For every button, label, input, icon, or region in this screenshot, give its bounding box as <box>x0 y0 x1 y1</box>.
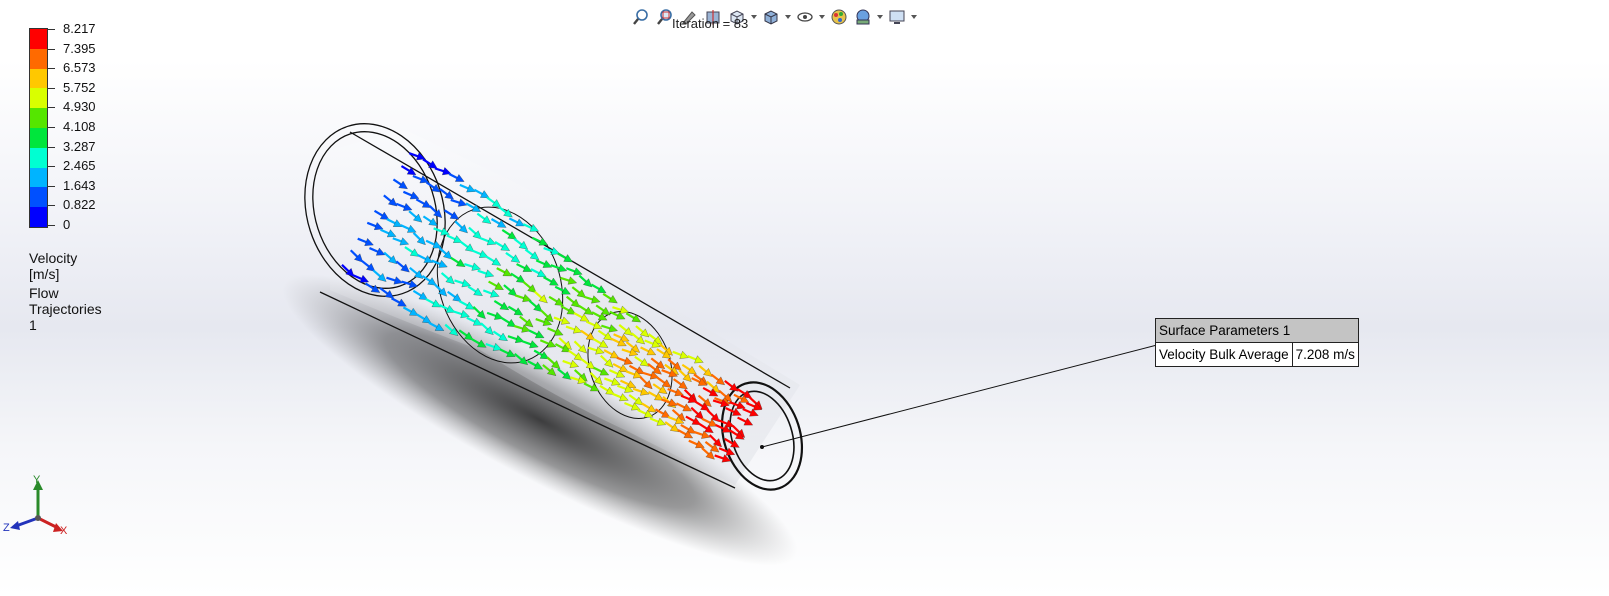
legend-color-band <box>30 128 47 149</box>
apply-scene-icon[interactable] <box>852 6 874 28</box>
triad-x-label: X <box>60 525 68 537</box>
legend-tick <box>48 185 55 187</box>
graphics-viewport[interactable]: Iteration = 83 8.217 7.395 6.573 5.752 4.930… <box>0 0 1609 596</box>
legend-tick-label: 6.573 <box>63 60 96 76</box>
legend-tick-label: 7.395 <box>63 40 96 56</box>
legend-color-band <box>30 147 47 169</box>
legend-tick-label: 3.287 <box>63 138 96 154</box>
legend-tick-label: 4.930 <box>63 99 96 115</box>
legend-tick <box>48 87 55 89</box>
legend-tick <box>48 225 55 226</box>
reference-triad: Y X Z <box>0 474 80 550</box>
legend-tick <box>48 127 55 128</box>
legend-tick <box>48 107 55 109</box>
legend-tick <box>48 29 55 30</box>
callout-title: Surface Parameters 1 <box>1155 318 1359 343</box>
triad-y-label: Y <box>33 474 41 486</box>
callout-leader <box>760 344 1158 449</box>
display-style-icon[interactable] <box>760 6 782 28</box>
hide-show-items-icon[interactable] <box>794 6 816 28</box>
legend-tick-label: 5.752 <box>63 79 96 95</box>
legend-color-band <box>30 187 47 208</box>
flow-trajectories-label: Flow Trajectories 1 <box>29 285 102 333</box>
view-settings-icon[interactable] <box>886 6 908 28</box>
legend-tick <box>48 68 55 70</box>
legend-tick <box>48 48 55 50</box>
zoom-to-fit-icon[interactable] <box>630 6 652 28</box>
legend-tick-label: 2.465 <box>63 158 96 174</box>
legend-color-band <box>30 167 47 188</box>
legend-color-band <box>30 88 47 109</box>
view-settings-dropdown[interactable] <box>910 6 918 28</box>
legend-tick <box>48 166 55 168</box>
surface-parameters-callout[interactable]: Surface Parameters 1 Velocity Bulk Avera… <box>1155 318 1359 367</box>
legend-colorbar <box>29 28 48 228</box>
model-viewport <box>282 123 1158 566</box>
legend-tick-label: 0.822 <box>63 197 96 213</box>
legend-tick-label: 4.108 <box>63 119 96 134</box>
legend-tick-label: 0 <box>63 217 71 232</box>
legend-color-band <box>30 29 47 50</box>
legend-quantity-label: Velocity [m/s] <box>29 250 78 282</box>
display-style-dropdown[interactable] <box>784 6 792 28</box>
legend-tick <box>48 146 55 148</box>
legend-tick <box>48 205 55 207</box>
hide-show-items-dropdown[interactable] <box>818 6 826 28</box>
legend-color-band <box>30 68 47 89</box>
callout-param-name: Velocity Bulk Average <box>1155 342 1293 367</box>
triad-z-label: Z <box>3 522 10 534</box>
legend-color-band <box>30 108 47 129</box>
legend-tick-label: 1.643 <box>63 177 96 193</box>
z-axis-arrow <box>15 516 39 528</box>
view-orientation-dropdown[interactable] <box>750 6 758 28</box>
edit-appearance-icon[interactable] <box>828 6 850 28</box>
apply-scene-dropdown[interactable] <box>876 6 884 28</box>
legend-tick-label: 8.217 <box>63 21 96 36</box>
iteration-counter: Iteration = 83 <box>672 16 749 31</box>
legend-color-band <box>30 48 47 70</box>
legend-color-band <box>30 207 47 228</box>
callout-param-value: 7.208 m/s <box>1291 342 1359 367</box>
